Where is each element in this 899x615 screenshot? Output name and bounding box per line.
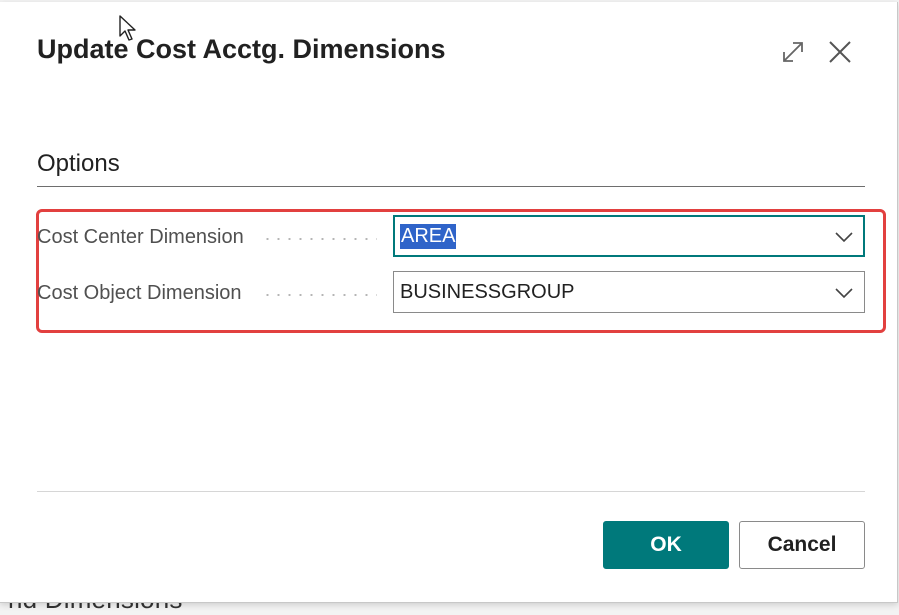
update-cost-acctg-dimensions-dialog: Update Cost Acctg. Dimensions Options Co… [0, 2, 898, 603]
footer-divider [37, 491, 865, 492]
cancel-button[interactable]: Cancel [739, 521, 865, 569]
chevron-down-icon [835, 232, 853, 243]
close-button[interactable] [824, 36, 856, 68]
mouse-pointer-icon [119, 15, 136, 41]
chevron-down-icon [835, 288, 853, 299]
section-divider [37, 186, 865, 187]
dialog-title: Update Cost Acctg. Dimensions [37, 34, 446, 64]
expand-button[interactable] [777, 36, 809, 68]
cost-center-dimension-value: AREA [400, 223, 457, 249]
cost-object-dimension-value: BUSINESSGROUP [400, 280, 575, 303]
options-section-title: Options [37, 150, 120, 177]
dotted-leader [262, 238, 377, 240]
expand-icon [783, 42, 803, 62]
ok-button[interactable]: OK [603, 521, 729, 569]
cost-object-dimension-label: Cost Object Dimension [37, 282, 242, 304]
cost-center-dimension-select[interactable]: AREA [393, 215, 865, 257]
close-icon [829, 41, 851, 63]
cost-object-dimension-select[interactable]: BUSINESSGROUP [393, 271, 865, 313]
dotted-leader [262, 294, 377, 296]
cost-center-dimension-label: Cost Center Dimension [37, 226, 244, 248]
